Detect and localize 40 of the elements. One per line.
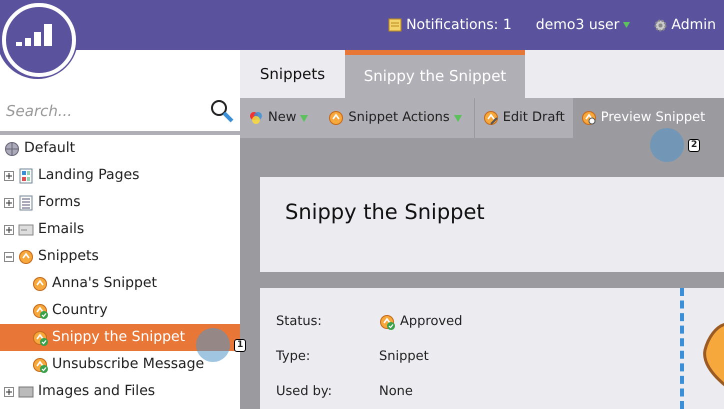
page-icon <box>18 168 34 184</box>
user-menu[interactable]: demo3 user <box>536 14 630 36</box>
snippet-icon <box>328 110 344 126</box>
toolbar-button[interactable]: Snippet Actions <box>320 98 470 138</box>
toolbar-button[interactable]: New <box>240 98 316 138</box>
palette-icon <box>248 110 264 126</box>
field-value: Approved <box>400 312 462 331</box>
field-value: None <box>379 382 413 401</box>
image-icon <box>18 384 34 400</box>
page-title: Snippy the Snippet <box>285 199 485 226</box>
admin-link[interactable]: Admin <box>654 14 716 36</box>
tree-item[interactable]: Default <box>0 135 240 162</box>
note-icon <box>388 18 402 32</box>
tree-item[interactable]: Snippets <box>0 243 240 270</box>
field-value: Snippet <box>379 348 429 366</box>
snippet-icon <box>18 248 34 264</box>
email-icon <box>18 222 34 238</box>
cursor-step-number: 2 <box>688 139 700 152</box>
globe-icon <box>4 140 20 156</box>
caret-icon <box>623 22 630 28</box>
tree-item[interactable]: Unsubscribe Message <box>0 351 240 378</box>
tree-item[interactable]: Forms <box>0 189 240 216</box>
search-icon[interactable] <box>210 99 234 123</box>
gear-icon <box>654 18 668 32</box>
toolbar-button[interactable]: Edit Draft <box>474 98 573 138</box>
cursor-step-number: 1 <box>234 339 246 352</box>
field-label: Type: <box>276 348 312 366</box>
tree-item[interactable]: Landing Pages <box>0 162 240 189</box>
field-label: Status: <box>276 312 323 331</box>
preview-snippet-icon <box>580 110 597 126</box>
tree-item[interactable]: Emails <box>0 216 240 243</box>
tree-item[interactable]: Anna's Snippet <box>0 270 240 297</box>
tree-item[interactable]: Country <box>0 297 240 324</box>
notifications-link[interactable]: Notifications: 1 <box>388 14 512 36</box>
edit-snippet-icon <box>482 110 499 126</box>
search-field[interactable]: Search... <box>4 98 194 123</box>
cursor-highlight <box>650 128 684 162</box>
form-icon <box>18 194 34 210</box>
tree-item[interactable]: Images and Files <box>0 378 240 405</box>
field-label: Used by: <box>276 382 334 401</box>
